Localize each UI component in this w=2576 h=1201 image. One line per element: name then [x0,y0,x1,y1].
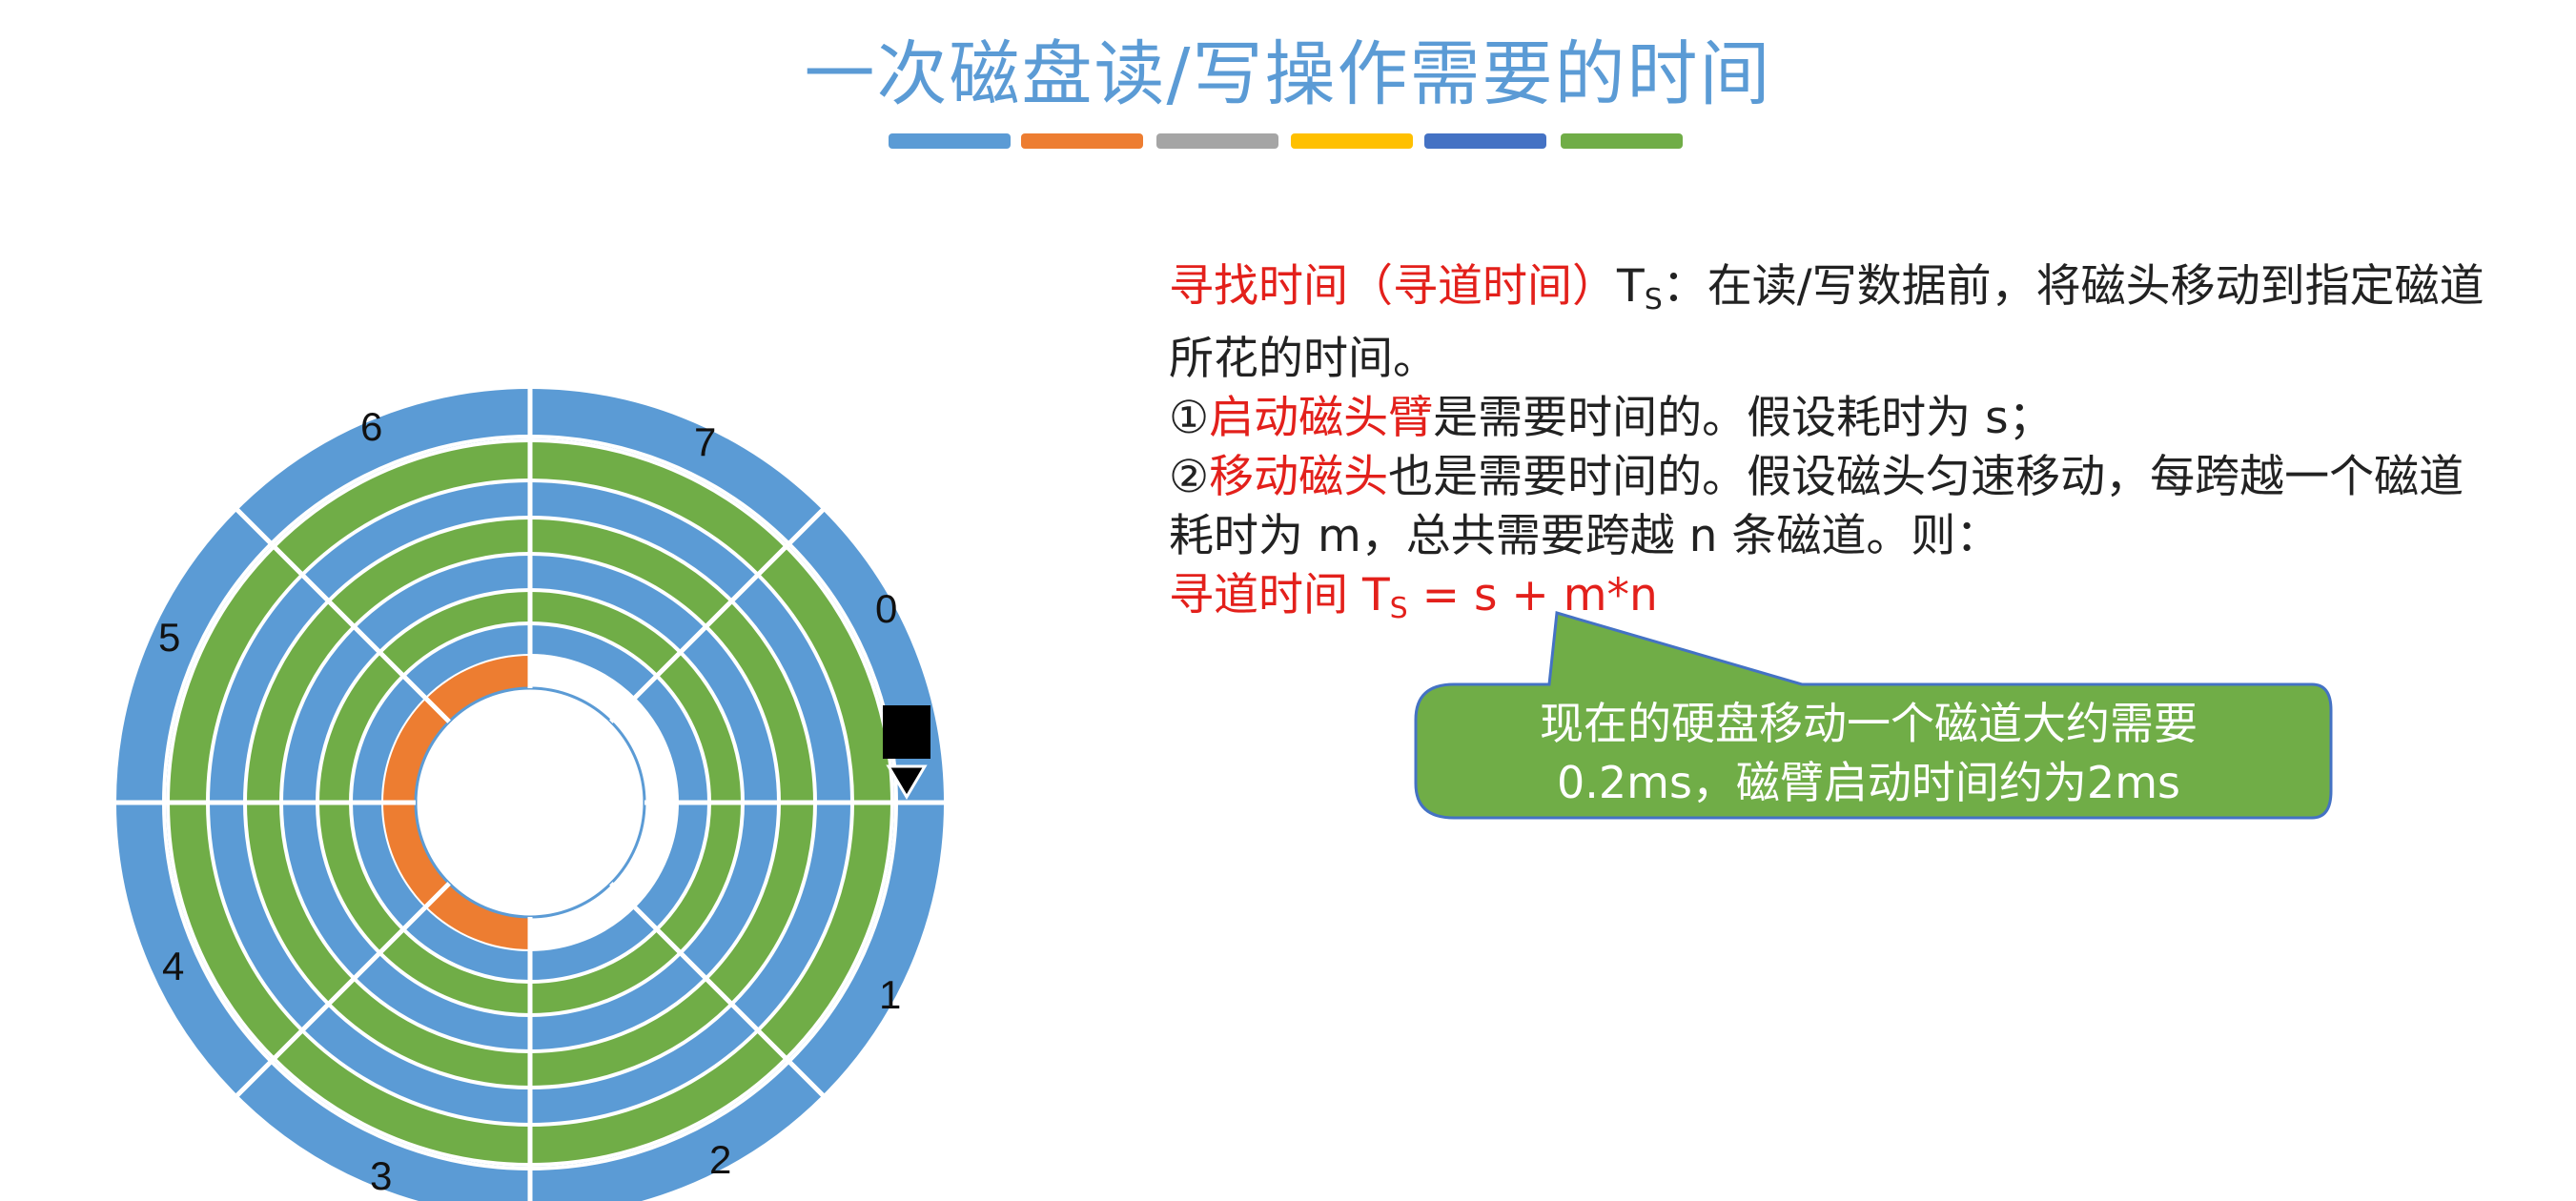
title-color-bar-3 [1156,133,1278,149]
callout-text: 现在的硬盘移动一个磁道大约需要 0.2ms，磁臂启动时间约为2ms [1416,694,2321,812]
callout-line-2: 0.2ms，磁臂启动时间约为2ms [1557,757,2180,808]
head-block [883,705,930,759]
seek-time-symbol-sub: S [1644,283,1663,316]
sector-label-5: 5 [158,615,181,660]
item-start-arm-prefix: ① [1169,392,1210,444]
item-move-head: ②移动磁头也是需要时间的。假设磁头匀速移动，每跨越一个磁道耗时为 m，总共需要跨… [1169,448,2484,566]
seek-time-definition: 寻找时间（寻道时间）TS：在读/写数据前，将磁头移动到指定磁道所花的时间。 [1169,257,2484,389]
sector-label-3: 3 [370,1153,393,1198]
sector-label-4: 4 [162,944,185,988]
sector-label-1: 1 [879,972,902,1017]
slide: 一次磁盘读/写操作需要的时间 0 1 2 3 4 5 6 7 寻找时间（寻道时间… [0,0,2576,1201]
title-color-bar-5 [1424,133,1546,149]
sector-label-2: 2 [709,1137,732,1182]
title-color-bar-1 [889,133,1011,149]
sector-label-6: 6 [360,404,383,449]
item-move-head-prefix: ② [1169,451,1210,503]
seek-time-symbol: T [1617,260,1645,313]
read-write-head-marker [883,705,930,800]
sector-label-7: 7 [694,419,717,464]
sector-label-0: 0 [875,586,898,631]
item-start-arm-text: 是需要时间的。假设耗时为 s； [1433,392,2054,444]
title-color-bar-4 [1291,133,1413,149]
item-start-arm: ①启动磁头臂是需要时间的。假设耗时为 s； [1169,389,2484,448]
seek-time-term: 寻找时间（寻道时间） [1169,260,1617,313]
explanation-text: 寻找时间（寻道时间）TS：在读/写数据前，将磁头移动到指定磁道所花的时间。 ①启… [1169,257,2484,639]
title-color-bar-6 [1561,133,1683,149]
item-move-head-term: 移动磁头 [1209,451,1389,503]
item-start-arm-term: 启动磁头臂 [1209,392,1434,444]
formula-symbol: T [1361,569,1390,621]
formula-label: 寻道时间 [1169,569,1362,621]
spindle-hole [414,686,646,919]
callout-line-1: 现在的硬盘移动一个磁道大约需要 [1540,698,2198,749]
page-title: 一次磁盘读/写操作需要的时间 [804,33,1772,115]
head-arrow [886,764,928,800]
title-color-bar-2 [1021,133,1143,149]
disk-platter-diagram [114,387,946,1201]
